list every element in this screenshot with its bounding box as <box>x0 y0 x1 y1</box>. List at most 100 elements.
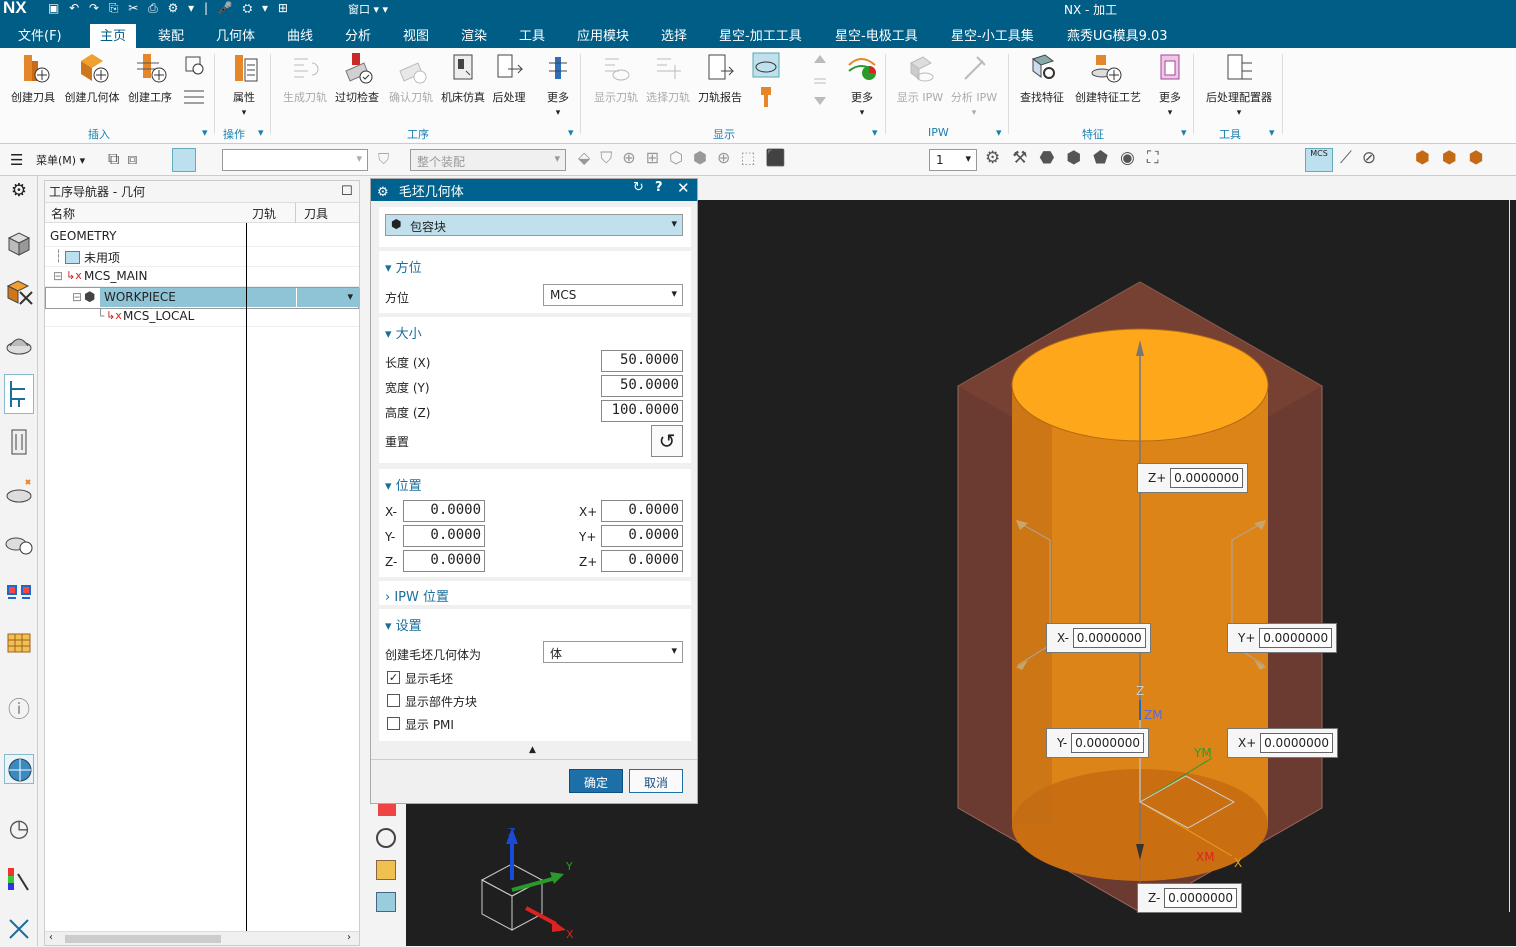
layer-dropdown[interactable]: 1 <box>929 149 977 171</box>
create-feature-process-button[interactable]: 创建特征工艺 <box>1075 51 1141 105</box>
length-input[interactable]: 50.0000 <box>601 350 683 372</box>
tab-applications[interactable]: 应用模块 <box>577 25 629 48</box>
y-plus-input[interactable]: 0.0000 <box>601 525 683 547</box>
y-minus-handle-input[interactable]: Y- 0.0000000 <box>1046 728 1149 758</box>
tree-row-mcs-main[interactable]: ⊟ ↳x MCS_MAIN <box>45 267 359 287</box>
z-minus-handle-input[interactable]: Z- 0.0000000 <box>1137 883 1243 913</box>
snap-icons[interactable]: ⬙⛉⊕⊞⬡⬢⊕⬚⬛ <box>578 148 796 168</box>
width-input[interactable]: 50.0000 <box>601 375 683 397</box>
gouge-check-button[interactable]: 过切检查 <box>327 51 387 105</box>
web-browser-icon[interactable] <box>4 754 34 784</box>
y-minus-input[interactable]: 0.0000 <box>403 525 485 547</box>
help-icon[interactable]: ? <box>655 180 663 195</box>
group-process-expand[interactable]: ▾ <box>568 126 574 139</box>
x-minus-input[interactable]: 0.0000 <box>403 500 485 522</box>
tree-row-mcs-local[interactable]: └ ↳x MCS_LOCAL <box>45 307 359 327</box>
show-ipw-button[interactable]: 显示 IPW <box>890 51 950 105</box>
display-small-stack[interactable] <box>746 51 786 107</box>
info-icon[interactable]: ⓘ <box>4 692 34 723</box>
constraint-navigator-icon[interactable] <box>4 328 34 358</box>
file-menu[interactable]: 文件(F) <box>18 25 62 48</box>
height-input[interactable]: 100.0000 <box>601 400 683 422</box>
orientation-dropdown[interactable]: MCS <box>543 284 683 306</box>
mcs-toggle-icon[interactable]: MCS <box>1305 148 1333 172</box>
verify-toolpath-button[interactable]: 确认刀轨 <box>381 51 441 105</box>
horizontal-scrollbar[interactable]: ‹ › <box>45 931 359 945</box>
stop-icon[interactable] <box>378 804 396 816</box>
navigator-view-icons[interactable]: ⧉⧈ <box>108 149 146 169</box>
column-tool[interactable]: 刀具 <box>304 205 328 222</box>
geometry-view-icon[interactable] <box>172 148 196 172</box>
menu-button[interactable]: 菜单(M) ▾ <box>36 152 85 168</box>
visualization-icon[interactable] <box>4 864 34 894</box>
machining-feature-navigator-icon[interactable] <box>4 476 34 506</box>
toolpath-report-button[interactable]: 刀轨报告 <box>690 51 750 105</box>
position-section-header[interactable]: ▾ 位置 <box>385 475 422 494</box>
menu-icon[interactable]: ☰ <box>10 151 23 169</box>
more-display-button[interactable]: 更多 ▾ <box>832 51 892 118</box>
more-feature-button[interactable]: 更多 ▾ <box>1140 51 1200 118</box>
find-feature-button[interactable]: 查找特征 <box>1012 51 1072 105</box>
size-section-header[interactable]: ▾ 大小 <box>385 323 422 342</box>
part-navigator-icon[interactable] <box>4 228 34 258</box>
x-minus-handle-input[interactable]: X- 0.0000000 <box>1046 623 1151 653</box>
create-tool-button[interactable]: 创建刀具 <box>3 51 63 105</box>
part-icons[interactable]: ⬢⬢⬢ <box>1415 148 1496 168</box>
select-toolpath-button[interactable]: 选择刀轨 <box>638 51 698 105</box>
y-plus-handle-input[interactable]: Y+ 0.0000000 <box>1227 623 1338 653</box>
tab-selection[interactable]: 选择 <box>661 25 687 48</box>
tab-render[interactable]: 渲染 <box>461 25 487 48</box>
tab-yanxiu-mold[interactable]: 燕秀UG模具9.03 <box>1067 25 1168 48</box>
z-plus-handle-input[interactable]: Z+ 0.0000000 <box>1137 463 1249 493</box>
settings-section-header[interactable]: ▾ 设置 <box>385 615 422 634</box>
cancel-button[interactable]: 取消 <box>629 769 683 793</box>
assembly-navigator-icon[interactable] <box>4 276 34 306</box>
dialog-gear-icon[interactable]: ⚙ <box>377 185 389 200</box>
tab-xingkong-machining[interactable]: 星空-加工工具 <box>719 25 802 48</box>
assembly-scope-dropdown[interactable]: 整个装配 <box>410 149 566 171</box>
type-filter-dropdown[interactable] <box>222 149 368 171</box>
window-menu[interactable]: 窗口 ▾ ▾ <box>348 1 388 17</box>
ok-button[interactable]: 确定 <box>569 769 623 793</box>
tree-row-geometry[interactable]: GEOMETRY <box>45 227 359 247</box>
z-plus-input[interactable]: 0.0000 <box>601 550 683 572</box>
circle-icon[interactable] <box>376 828 396 848</box>
quick-access-toolbar[interactable]: ▣ ↶ ↷ ⎘ ✂ ⎙ ⚙ ▾ | 🎤 ⛭ ▾ ⊞ <box>48 1 291 16</box>
group-display-expand[interactable]: ▾ <box>872 126 878 139</box>
tree-row-unused[interactable]: ┆ 未用项 <box>45 247 359 267</box>
create-geometry-button[interactable]: 创建几何体 <box>62 51 122 105</box>
collapse-icon[interactable]: ▲ <box>529 745 536 755</box>
hd3d-tools-icon[interactable] <box>4 578 34 608</box>
tab-tools[interactable]: 工具 <box>519 25 545 48</box>
tab-curve[interactable]: 曲线 <box>287 25 313 48</box>
tab-analysis[interactable]: 分析 <box>345 25 371 48</box>
reset-dialog-icon[interactable]: ↻ <box>633 180 644 195</box>
tree-row-workpiece[interactable]: ⊟ ⬢ WORKPIECE <box>45 287 360 309</box>
filter-icon[interactable]: ⛉ <box>378 150 389 168</box>
misc-display-icons[interactable]: ⟋⊘ <box>1340 148 1386 168</box>
reset-size-button[interactable]: ↺ <box>651 425 683 457</box>
blank-type-dropdown[interactable]: 包容块 <box>385 214 683 236</box>
group-tools-expand[interactable]: ▾ <box>1269 126 1275 139</box>
view-tools-icons[interactable]: ⚙⚒⬣⬢⬟◉⛶ <box>985 148 1171 168</box>
group-insert-expand[interactable]: ▾ <box>202 126 208 139</box>
tab-xingkong-tools[interactable]: 星空-小工具集 <box>951 25 1034 48</box>
maximize-icon[interactable]: ☐ <box>341 184 353 199</box>
show-pmi-checkbox[interactable] <box>387 717 400 730</box>
tab-geometry[interactable]: 几何体 <box>216 25 255 48</box>
tab-xingkong-electrode[interactable]: 星空-电极工具 <box>835 25 918 48</box>
reuse-library-icon[interactable] <box>4 528 34 558</box>
more-operations-button[interactable]: 更多 ▾ <box>528 51 588 118</box>
orientation-section-header[interactable]: ▾ 方位 <box>385 257 422 276</box>
small-tools-stack[interactable] <box>168 51 218 104</box>
close-icon[interactable]: ✕ <box>677 179 690 197</box>
group-operation-expand[interactable]: ▾ <box>258 126 264 139</box>
role-icon[interactable] <box>4 914 34 944</box>
postprocessor-configurator-button[interactable]: 后处理配置器 ▾ <box>1205 51 1273 118</box>
generate-toolpath-button[interactable]: 生成刀轨 <box>275 51 335 105</box>
analyze-ipw-button[interactable]: 分析 IPW ▾ <box>944 51 1004 118</box>
history-icon[interactable]: ◷ <box>4 814 34 844</box>
z-minus-input[interactable]: 0.0000 <box>403 550 485 572</box>
table-icon[interactable] <box>376 892 396 912</box>
x-plus-input[interactable]: 0.0000 <box>601 500 683 522</box>
